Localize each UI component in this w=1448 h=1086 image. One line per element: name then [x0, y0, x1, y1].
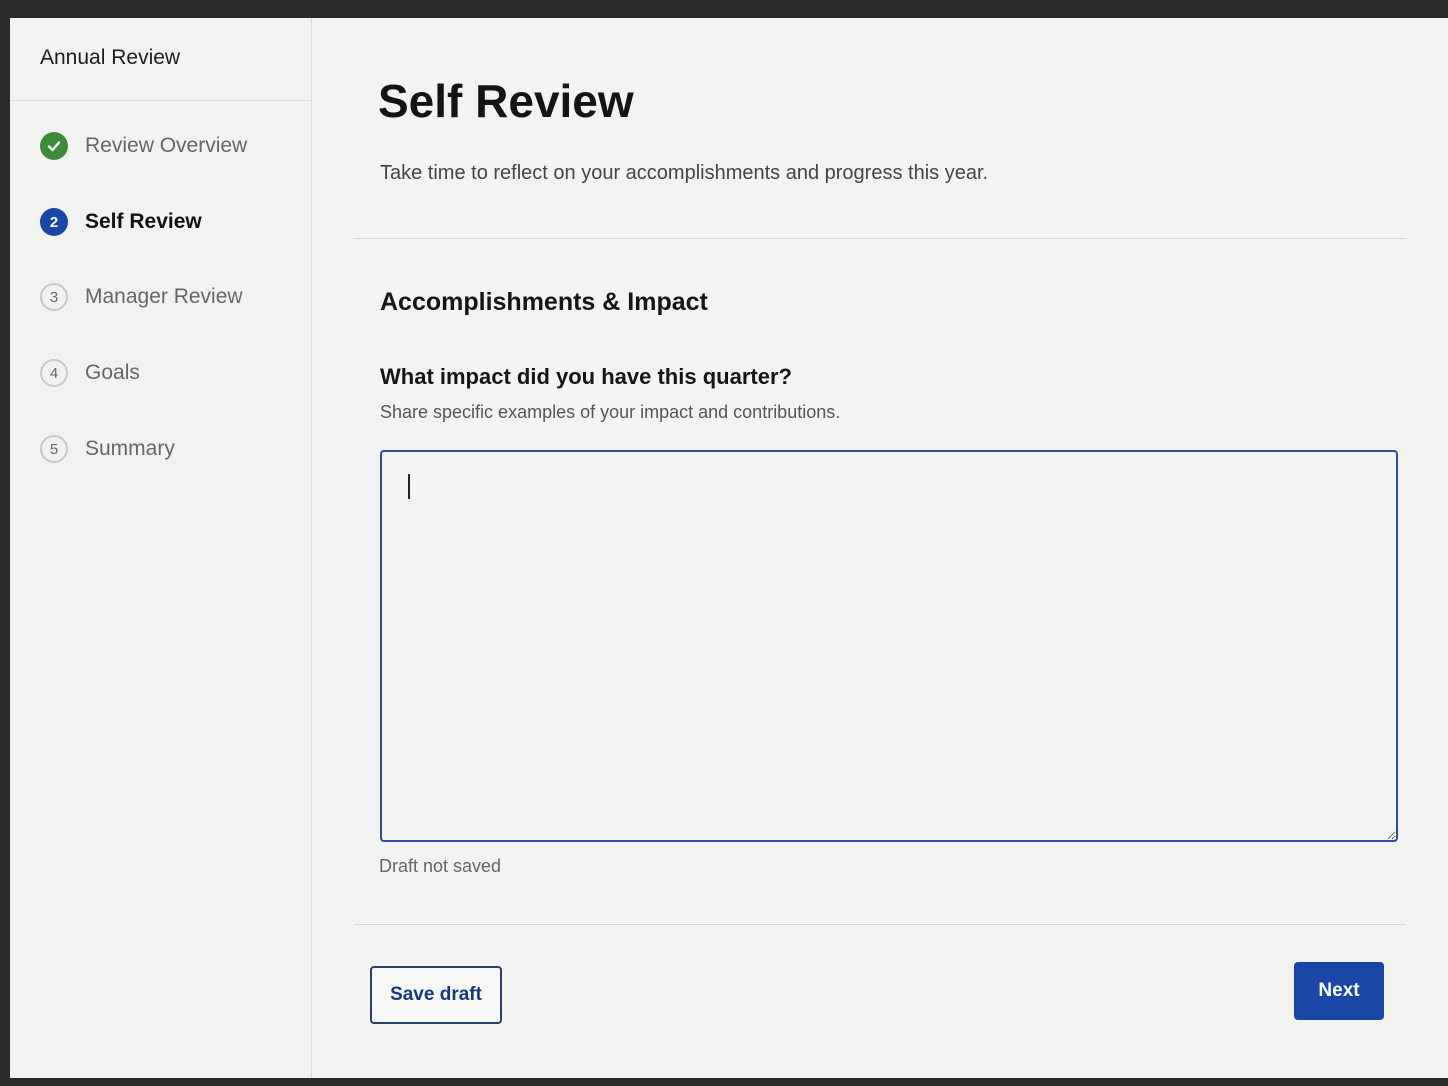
step-self-review[interactable]: 2 Self Review [40, 208, 202, 236]
step-number-badge: 3 [40, 283, 68, 311]
step-label: Summary [85, 437, 175, 460]
step-manager-review[interactable]: 3 Manager Review [40, 283, 243, 311]
header-divider [354, 238, 1406, 239]
draft-status: Draft not saved [379, 856, 502, 876]
step-label: Goals [85, 361, 140, 384]
step-summary[interactable]: 5 Summary [40, 435, 175, 463]
text-caret [408, 474, 410, 499]
step-number-badge: 5 [40, 435, 68, 463]
question-hint: Share specific examples of your impact a… [380, 402, 841, 422]
main-content: Self Review Take time to reflect on your… [312, 18, 1448, 1078]
section-title: Accomplishments & Impact [380, 288, 708, 316]
question-label: What impact did you have this quarter? [380, 364, 792, 389]
step-number-badge: 2 [40, 208, 68, 236]
next-button[interactable]: Next [1294, 962, 1384, 1020]
check-icon [40, 132, 68, 160]
footer-divider [354, 924, 1406, 925]
step-label: Manager Review [85, 285, 243, 308]
page-title: Self Review [378, 75, 634, 127]
sidebar: Annual Review Review Overview 2 Self Rev… [10, 18, 312, 1078]
save-draft-button[interactable]: Save draft [370, 966, 502, 1024]
app-window: Annual Review Review Overview 2 Self Rev… [10, 18, 1448, 1078]
impact-answer-textarea[interactable] [380, 450, 1398, 842]
step-label: Review Overview [85, 134, 248, 157]
step-review-overview[interactable]: Review Overview [40, 132, 247, 160]
step-goals[interactable]: 4 Goals [40, 359, 140, 387]
step-label: Self Review [85, 210, 202, 233]
sidebar-title: Annual Review [10, 18, 311, 101]
page-subtitle: Take time to reflect on your accomplishm… [380, 162, 989, 184]
step-number-badge: 4 [40, 359, 68, 387]
